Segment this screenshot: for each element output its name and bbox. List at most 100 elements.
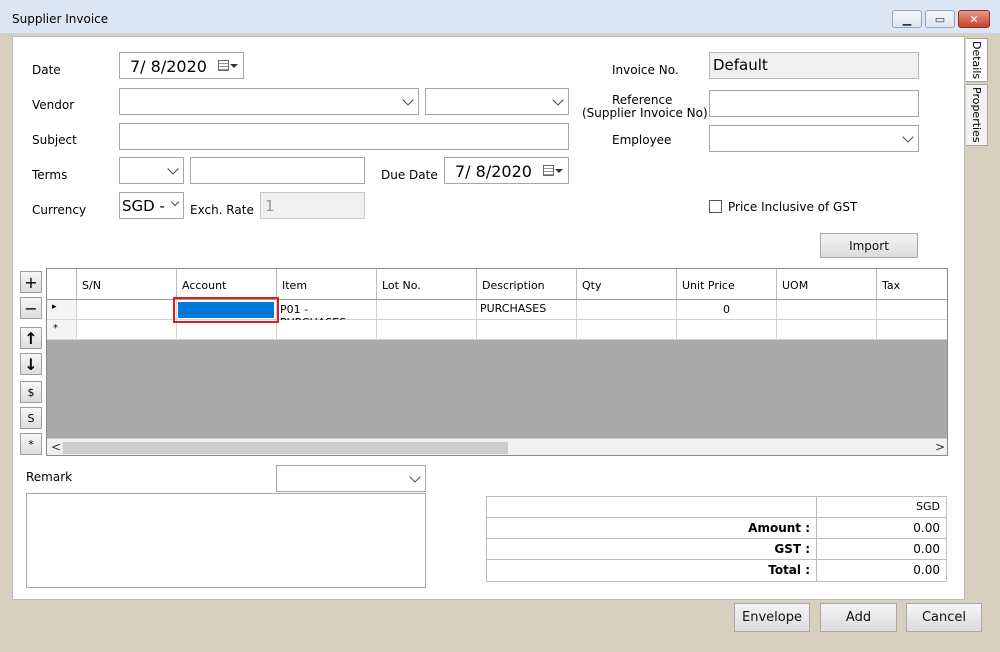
grid-corner	[47, 269, 77, 300]
minus-icon: −	[24, 298, 38, 318]
invoice-no-value: Default	[713, 56, 768, 74]
column-header-sn[interactable]: S/N	[77, 269, 177, 300]
add-button[interactable]: Add	[820, 603, 897, 632]
calendar-icon	[543, 165, 554, 176]
grid-cell-qty[interactable]	[577, 320, 677, 340]
new-row-button[interactable]: *	[20, 433, 42, 455]
summary-table: SGD Amount : 0.00 GST : 0.00 Total : 0.0…	[486, 496, 947, 582]
chevron-down-icon	[167, 163, 179, 175]
s-icon: S	[27, 411, 35, 425]
import-button-label: Import	[849, 238, 889, 253]
grid-cell-account[interactable]	[177, 320, 277, 340]
grid-cell-qty[interactable]	[577, 300, 677, 320]
due-date-picker[interactable]: 7/ 8/2020	[444, 157, 569, 184]
date-picker[interactable]: 7/ 8/2020	[119, 52, 244, 79]
dropdown-arrow-icon	[555, 169, 563, 173]
remark-label: Remark	[26, 470, 73, 484]
employee-select[interactable]	[709, 125, 919, 152]
column-header-description[interactable]: Description	[477, 269, 577, 300]
envelope-button[interactable]: Envelope	[734, 603, 810, 632]
add-row-button[interactable]: +	[20, 271, 42, 293]
chevron-down-icon	[902, 131, 914, 143]
new-row-indicator[interactable]: *	[47, 320, 77, 340]
maximize-button[interactable]: ▭	[925, 10, 955, 28]
grid-cell-description[interactable]	[477, 320, 577, 340]
terms-select[interactable]	[119, 157, 184, 184]
reference-sublabel: (Supplier Invoice No)	[582, 106, 708, 120]
column-header-lot-no[interactable]: Lot No.	[377, 269, 477, 300]
grid-cell-tax[interactable]	[877, 300, 947, 320]
move-down-button[interactable]: ↓	[20, 353, 42, 375]
subject-input[interactable]	[119, 123, 569, 150]
total-label: Total :	[486, 559, 817, 582]
scroll-right-icon[interactable]: >	[935, 440, 945, 454]
tab-properties[interactable]: Properties	[966, 84, 988, 146]
date-label: Date	[32, 63, 61, 77]
tab-details[interactable]: Details	[966, 38, 988, 82]
import-button[interactable]: Import	[820, 233, 918, 258]
highlighted-account-cell[interactable]	[173, 297, 279, 323]
move-up-button[interactable]: ↑	[20, 327, 42, 349]
grid-cell-item[interactable]	[277, 320, 377, 340]
minimize-button[interactable]: ▁	[892, 10, 922, 28]
column-header-item[interactable]: Item	[277, 269, 377, 300]
grid-cell-sn[interactable]	[77, 300, 177, 320]
reference-input[interactable]	[709, 90, 919, 117]
grid-cell-item[interactable]: P01 - PURCHASES	[277, 300, 377, 329]
vendor-name-select[interactable]	[425, 88, 569, 115]
grid-cell-tax[interactable]	[877, 320, 947, 340]
envelope-button-label: Envelope	[742, 610, 802, 625]
scrollbar-thumb[interactable]	[63, 442, 508, 454]
arrow-down-icon: ↓	[24, 354, 38, 374]
column-header-unit-price[interactable]: Unit Price	[677, 269, 777, 300]
row-indicator[interactable]: ▸	[47, 300, 77, 320]
arrow-up-icon: ↑	[24, 328, 38, 348]
close-button[interactable]: ✕	[958, 10, 990, 28]
remark-template-select[interactable]	[276, 465, 426, 492]
grid-cell-unit-price[interactable]	[677, 320, 777, 340]
column-header-uom[interactable]: UOM	[777, 269, 877, 300]
close-icon: ✕	[969, 12, 979, 26]
account-cell-selection[interactable]	[178, 302, 274, 318]
column-header-account[interactable]: Account	[177, 269, 277, 300]
dollar-icon: $	[27, 385, 35, 399]
grid-cell-uom[interactable]	[777, 300, 877, 320]
remove-row-button[interactable]: −	[20, 297, 42, 319]
price-inclusive-label: Price Inclusive of GST	[728, 200, 858, 214]
vendor-label: Vendor	[32, 98, 75, 112]
exch-rate-value: 1	[265, 197, 275, 215]
currency-select[interactable]: SGD -	[119, 192, 184, 219]
column-header-qty[interactable]: Qty	[577, 269, 677, 300]
exch-rate-input[interactable]: 1	[260, 192, 365, 219]
total-value: 0.00	[816, 559, 947, 582]
price-inclusive-checkbox[interactable]	[709, 200, 722, 213]
amount-label: Amount :	[486, 517, 817, 539]
terms-input[interactable]	[190, 157, 365, 184]
price-button[interactable]: $	[20, 381, 42, 403]
invoice-no-input[interactable]: Default	[709, 52, 919, 79]
vendor-select[interactable]	[119, 88, 419, 115]
add-button-label: Add	[845, 610, 872, 625]
grid-cell-lot-no[interactable]	[377, 300, 477, 320]
dropdown-arrow-icon	[230, 64, 238, 68]
grid-cell-uom[interactable]	[777, 320, 877, 340]
gst-label: GST :	[486, 538, 817, 560]
currency-label: Currency	[32, 203, 87, 217]
grid-cell-unit-price[interactable]: 0	[677, 300, 777, 320]
invoice-no-label: Invoice No.	[612, 63, 679, 77]
minimize-icon: ▁	[902, 12, 912, 26]
horizontal-scrollbar[interactable]: < >	[47, 438, 947, 455]
remark-textarea[interactable]	[26, 493, 426, 588]
scroll-left-icon[interactable]: <	[51, 440, 61, 454]
maximize-icon: ▭	[934, 12, 946, 26]
terms-label: Terms	[32, 168, 68, 182]
grid-cell-sn[interactable]	[77, 320, 177, 340]
cancel-button[interactable]: Cancel	[906, 603, 982, 632]
exch-rate-label: Exch. Rate	[190, 203, 254, 217]
grid-cell-description[interactable]: PURCHASES	[477, 300, 577, 320]
grid-cell-lot-no[interactable]	[377, 320, 477, 340]
chevron-down-icon	[402, 94, 414, 106]
tab-properties-label: Properties	[970, 87, 983, 143]
serial-button[interactable]: S	[20, 407, 42, 429]
column-header-tax[interactable]: Tax	[877, 269, 947, 300]
